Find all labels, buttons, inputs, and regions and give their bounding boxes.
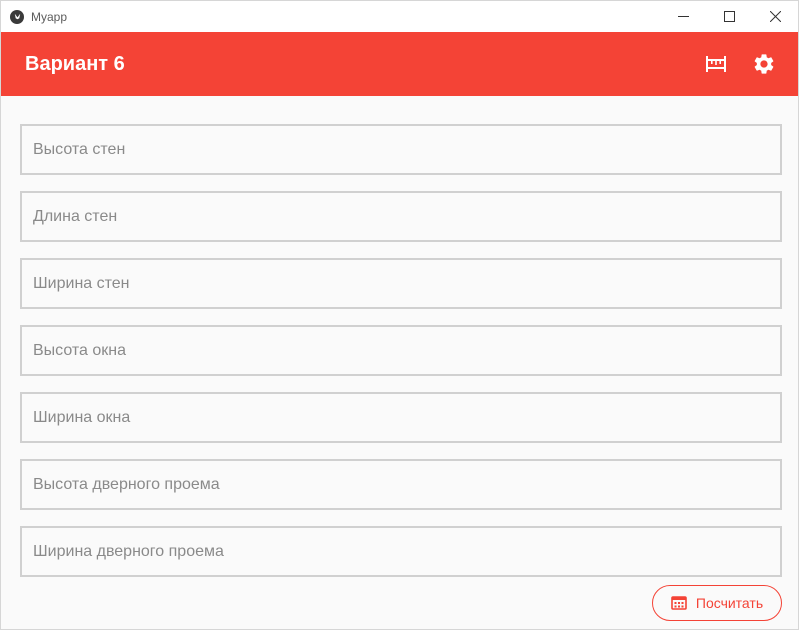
calculator-icon bbox=[671, 596, 687, 610]
door-width-field[interactable] bbox=[20, 526, 782, 577]
maximize-icon bbox=[723, 11, 735, 22]
window-height-field[interactable] bbox=[20, 325, 782, 376]
wall-length-input[interactable] bbox=[22, 193, 780, 240]
calculate-button[interactable]: Посчитать bbox=[652, 585, 782, 621]
window-titlebar[interactable]: Myapp bbox=[1, 1, 798, 32]
door-height-input[interactable] bbox=[22, 461, 780, 508]
wall-width-input[interactable] bbox=[22, 260, 780, 307]
minimize-button[interactable] bbox=[660, 1, 706, 32]
page-title: Вариант 6 bbox=[25, 52, 125, 75]
maximize-button[interactable] bbox=[706, 1, 752, 32]
app-window: Myapp Вариант 6 Высота стен Длина стен Ш… bbox=[0, 0, 799, 630]
door-width-input[interactable] bbox=[22, 528, 780, 575]
minimize-icon bbox=[677, 16, 689, 17]
wall-height-input[interactable] bbox=[22, 126, 780, 173]
gear-icon bbox=[754, 54, 774, 74]
close-button[interactable] bbox=[752, 1, 798, 32]
settings-button[interactable] bbox=[752, 52, 776, 76]
window-controls bbox=[660, 1, 798, 32]
app-toolbar: Вариант 6 bbox=[1, 32, 798, 96]
window-width-field[interactable] bbox=[20, 392, 782, 443]
window-height-input[interactable] bbox=[22, 327, 780, 374]
window-width-input[interactable] bbox=[22, 394, 780, 441]
wall-length-field[interactable] bbox=[20, 191, 782, 242]
window-title: Myapp bbox=[31, 9, 68, 24]
kivy-logo-icon bbox=[10, 9, 24, 24]
close-icon bbox=[769, 11, 781, 22]
toolbar-actions bbox=[680, 32, 776, 96]
door-height-field[interactable] bbox=[20, 459, 782, 510]
wall-height-field[interactable] bbox=[20, 124, 782, 175]
wall-width-field[interactable] bbox=[20, 258, 782, 309]
ruler-icon bbox=[706, 56, 726, 72]
calculate-button-label: Посчитать bbox=[695, 595, 764, 611]
ruler-button[interactable] bbox=[704, 52, 728, 76]
